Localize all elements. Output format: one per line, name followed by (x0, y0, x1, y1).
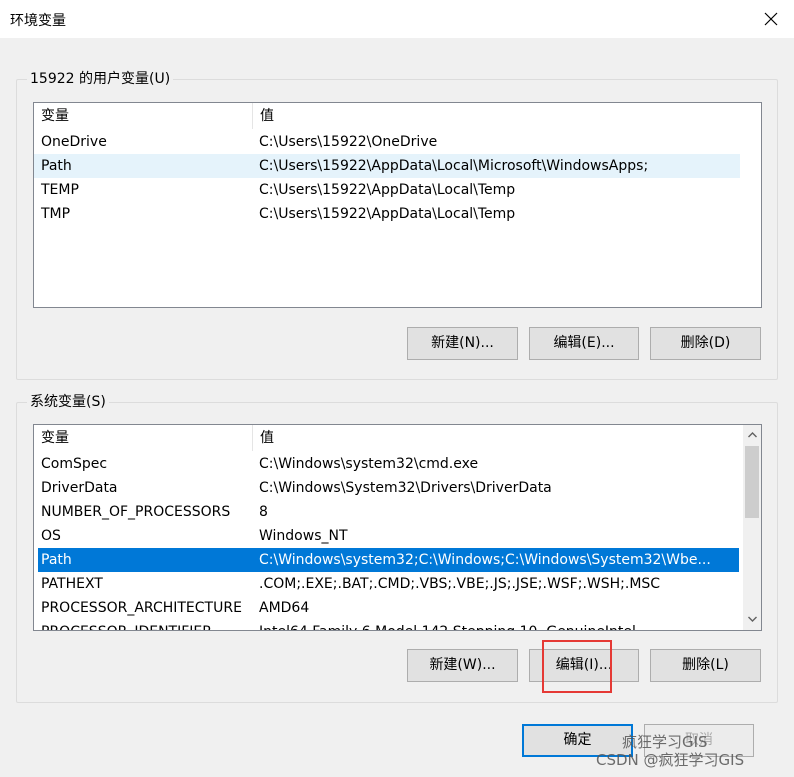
column-header-name[interactable]: 变量 (34, 425, 252, 451)
var-name: NUMBER_OF_PROCESSORS (41, 504, 231, 520)
var-name: Path (41, 552, 72, 568)
var-value: C:\Users\15922\AppData\Local\Microsoft\W… (259, 158, 649, 174)
vertical-scrollbar[interactable] (743, 425, 761, 630)
var-value: Intel64 Family 6 Model 142 Stepping 10, … (252, 620, 743, 630)
table-row[interactable]: PROCESSOR_ARCHITECTURE AMD64 (34, 596, 743, 620)
var-value: 8 (259, 504, 268, 520)
scrollbar-thumb[interactable] (745, 446, 759, 518)
user-vars-label: 15922 的用户变量(U) (27, 70, 174, 88)
var-value: C:\Users\15922\OneDrive (259, 134, 438, 150)
system-vars-label: 系统变量(S) (27, 393, 109, 411)
watermark-line1: 疯狂学习GIS (622, 733, 708, 751)
var-name: TMP (41, 206, 71, 222)
watermark-line2: CSDN @疯狂学习GIS (596, 751, 745, 769)
table-row[interactable]: TEMP C:\Users\15922\AppData\Local\Temp (34, 178, 740, 202)
user-vars-header: 变量 值 (34, 103, 761, 129)
table-row[interactable]: DriverData C:\Windows\System32\Drivers\D… (34, 476, 743, 500)
var-name: PROCESSOR_IDENTIFIER (34, 620, 252, 630)
table-row-selected[interactable]: Path C:\Windows\system32;C:\Windows;C:\W… (38, 548, 739, 572)
table-row[interactable]: Path C:\Users\15922\AppData\Local\Micros… (34, 154, 740, 178)
system-delete-button[interactable]: 删除(L) (650, 649, 761, 682)
var-name: ComSpec (41, 456, 108, 472)
user-vars-list[interactable]: 变量 值 OneDrive C:\Users\15922\OneDrive Pa… (33, 102, 762, 308)
var-value: C:\Users\15922\AppData\Local\Temp (259, 182, 516, 198)
table-row[interactable]: PATHEXT .COM;.EXE;.BAT;.CMD;.VBS;.VBE;.J… (34, 572, 743, 596)
system-new-button[interactable]: 新建(W)... (407, 649, 518, 682)
user-edit-button[interactable]: 编辑(E)... (529, 327, 639, 360)
var-value: C:\Windows\system32;C:\Windows;C:\Window… (259, 552, 711, 568)
table-row[interactable]: PROCESSOR_IDENTIFIER Intel64 Family 6 Mo… (34, 620, 743, 630)
watermark-csdn: CSDN @疯狂学习GIS (596, 751, 744, 769)
table-row[interactable]: ComSpec C:\Windows\system32\cmd.exe (34, 452, 743, 476)
table-row[interactable]: TMP C:\Users\15922\AppData\Local\Temp (34, 202, 740, 226)
title-bar: 环境变量 (0, 0, 794, 38)
highlight-box (542, 640, 612, 693)
var-name: PATHEXT (41, 576, 103, 592)
column-header-name[interactable]: 变量 (34, 103, 252, 129)
user-delete-button[interactable]: 删除(D) (650, 327, 761, 360)
var-value: Windows_NT (259, 528, 348, 544)
close-button[interactable] (748, 0, 794, 38)
var-name: OS (41, 528, 61, 544)
chevron-up-icon (747, 431, 757, 437)
var-value: AMD64 (259, 600, 310, 616)
var-value: C:\Windows\system32\cmd.exe (259, 456, 479, 472)
var-value: C:\Users\15922\AppData\Local\Temp (259, 206, 516, 222)
system-vars-header: 变量 值 (34, 425, 743, 451)
var-name: PROCESSOR_ARCHITECTURE (41, 600, 242, 616)
scroll-up-button[interactable] (743, 426, 761, 443)
var-name: DriverData (41, 480, 118, 496)
scroll-down-button[interactable] (743, 610, 761, 627)
window-title: 环境变量 (10, 13, 66, 29)
var-name: OneDrive (41, 134, 107, 150)
column-header-value[interactable]: 值 (252, 425, 743, 451)
table-row[interactable]: NUMBER_OF_PROCESSORS 8 (34, 500, 743, 524)
var-value: .COM;.EXE;.BAT;.CMD;.VBS;.VBE;.JS;.JSE;.… (259, 576, 661, 592)
system-vars-list[interactable]: 变量 值 ComSpec C:\Windows\system32\cmd.exe… (33, 424, 762, 631)
close-icon (764, 12, 778, 26)
chevron-down-icon (747, 616, 757, 622)
table-row[interactable]: OneDrive C:\Users\15922\OneDrive (34, 130, 740, 154)
table-row[interactable]: OS Windows_NT (34, 524, 743, 548)
var-name: TEMP (41, 182, 79, 198)
var-name: Path (41, 158, 72, 174)
column-header-value[interactable]: 值 (252, 103, 740, 129)
user-new-button[interactable]: 新建(N)... (407, 327, 518, 360)
var-value: C:\Windows\System32\Drivers\DriverData (259, 480, 552, 496)
watermark: 疯狂学习GIS (622, 733, 708, 751)
